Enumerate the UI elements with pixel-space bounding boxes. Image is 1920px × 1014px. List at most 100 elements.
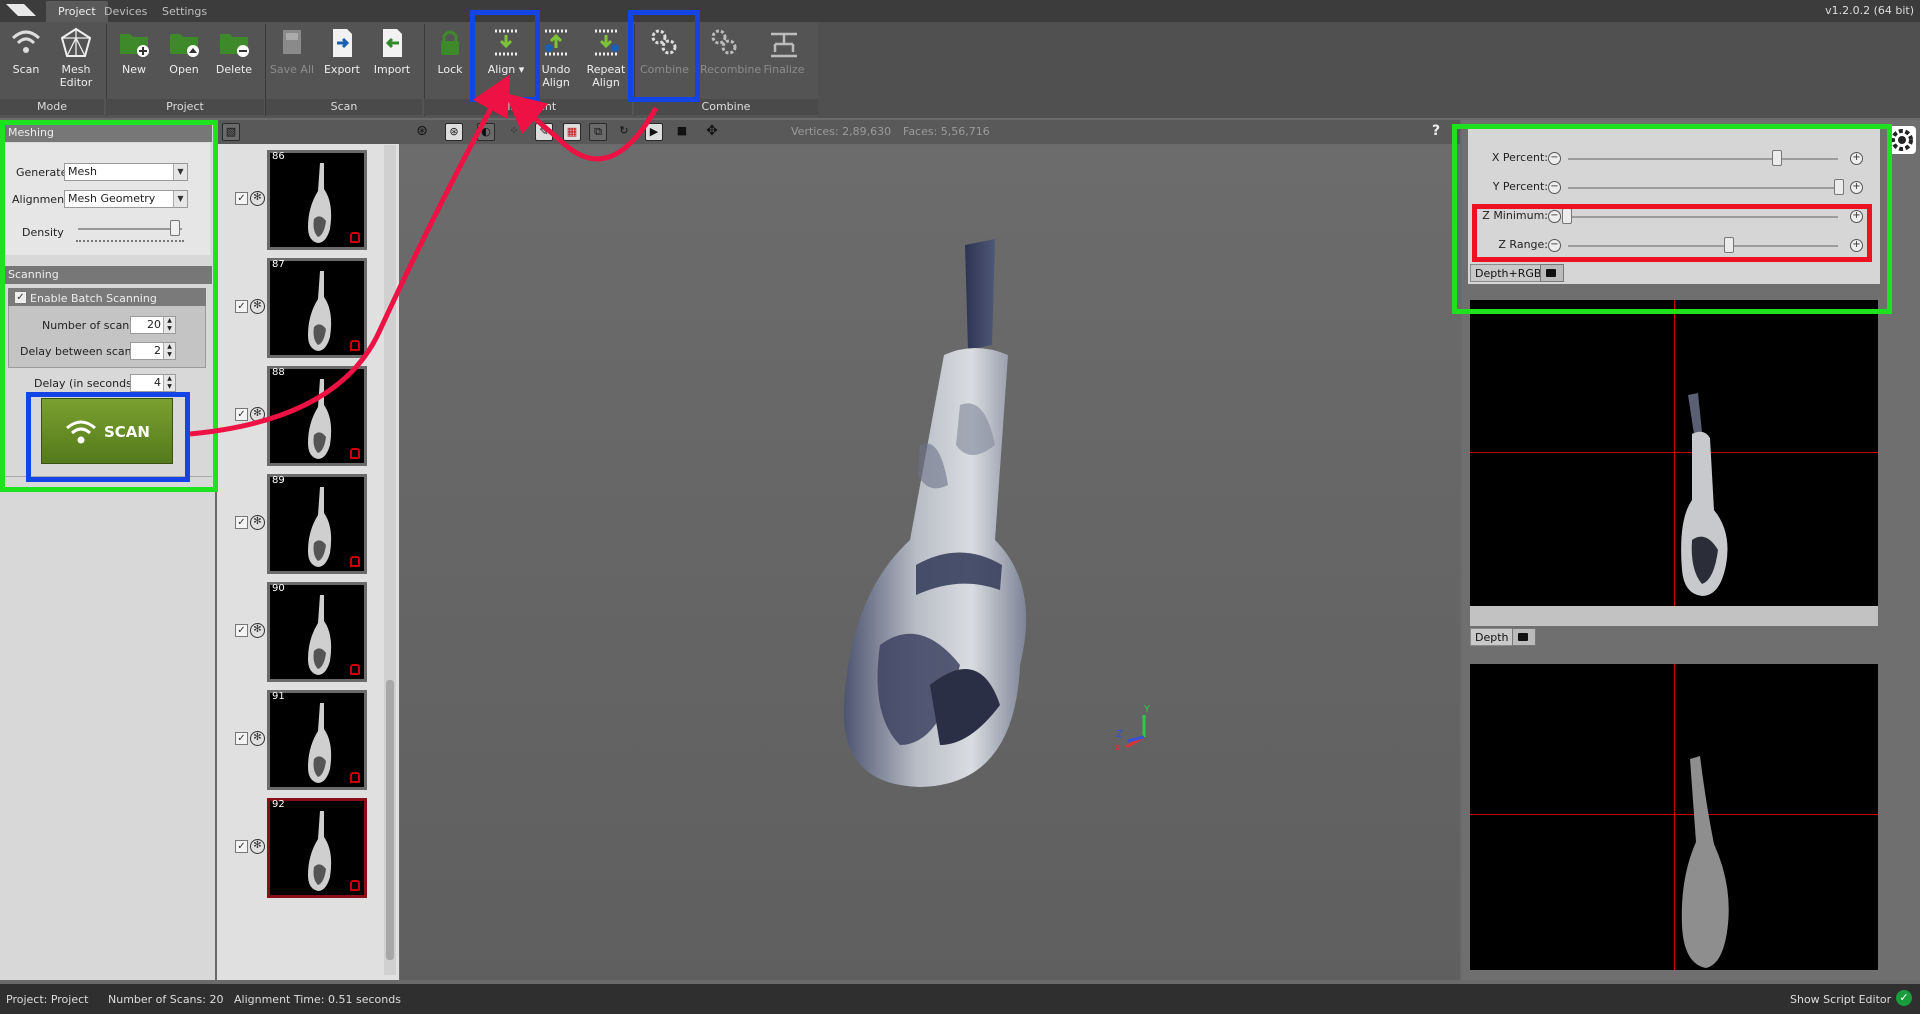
spin-arrows-icon[interactable]: ▲ ▼ (163, 375, 175, 391)
save-all-button[interactable]: Save All (268, 26, 316, 96)
x-percent-minus-icon[interactable]: − (1548, 152, 1561, 165)
z-minimum-slider-track[interactable] (1568, 216, 1838, 218)
scan-list-item[interactable]: ✓ ✻ 88 (217, 366, 387, 466)
y-percent-slider-track[interactable] (1568, 187, 1838, 189)
turntable-icon[interactable]: ✻ (250, 407, 265, 422)
y-percent-minus-icon[interactable]: − (1548, 181, 1561, 194)
scan-list-item[interactable]: ✓ ✻ 90 (217, 582, 387, 682)
z-range-plus-icon[interactable]: + (1850, 239, 1863, 252)
turntable-icon[interactable]: ✻ (250, 839, 265, 854)
delete-project-button[interactable]: Delete (210, 26, 258, 96)
view-box-icon[interactable]: ⧉ (589, 123, 607, 141)
video-camera-icon[interactable] (1512, 628, 1536, 646)
z-minimum-minus-icon[interactable]: − (1548, 210, 1561, 223)
open-project-button[interactable]: Open (160, 26, 208, 96)
z-range-minus-icon[interactable]: − (1548, 239, 1561, 252)
video-camera-icon[interactable] (1540, 264, 1564, 282)
scan-list-item[interactable]: ✓ ✻ 91 (217, 690, 387, 790)
view-rotate-icon[interactable]: ↻ (615, 123, 633, 141)
lock-icon[interactable] (350, 340, 360, 351)
turntable-icon[interactable]: ✻ (250, 623, 265, 638)
num-scans-input[interactable]: 20 ▲ ▼ (130, 316, 176, 334)
y-percent-plus-icon[interactable]: + (1850, 181, 1863, 194)
turntable-icon[interactable]: ✻ (250, 515, 265, 530)
density-slider-handle[interactable] (170, 220, 180, 236)
export-button[interactable]: Export (318, 26, 366, 96)
3d-viewport[interactable]: Y X Z (400, 145, 1460, 980)
turntable-icon[interactable]: ✻ (250, 731, 265, 746)
scan-visible-checkbox[interactable]: ✓ (235, 732, 248, 745)
delay-between-input[interactable]: 2 ▲ ▼ (130, 342, 176, 360)
z-range-slider-track[interactable] (1568, 245, 1838, 247)
spin-arrows-icon[interactable]: ▲ ▼ (163, 317, 175, 333)
scan-thumbnail[interactable]: 90 (267, 582, 367, 682)
scan-thumbnail[interactable]: 92 (267, 798, 367, 898)
x-percent-plus-icon[interactable]: + (1850, 152, 1863, 165)
new-project-button[interactable]: New (110, 26, 158, 96)
play-icon[interactable]: ▶ (645, 123, 663, 141)
scan-visible-checkbox[interactable]: ✓ (235, 408, 248, 421)
z-minimum-plus-icon[interactable]: + (1850, 210, 1863, 223)
stop-icon[interactable]: ■ (673, 123, 691, 141)
batch-scanning-checkbox[interactable]: ✓ (14, 291, 27, 304)
lock-icon[interactable] (350, 448, 360, 459)
lock-icon[interactable] (350, 556, 360, 567)
z-minimum-slider-handle[interactable] (1562, 208, 1572, 224)
spin-arrows-icon[interactable]: ▲ ▼ (163, 343, 175, 359)
finalize-button[interactable]: Finalize (760, 26, 808, 96)
generate-select[interactable]: Mesh ▼ (64, 163, 188, 181)
mesh-editor-button[interactable]: Mesh Editor (52, 26, 100, 96)
delay-seconds-input[interactable]: 4 ▲ ▼ (130, 374, 176, 392)
view-points-icon[interactable]: ⁘ (505, 123, 523, 141)
combine-button[interactable]: Combine (640, 26, 689, 96)
depth-rgb-tab[interactable]: Depth+RGB (1470, 264, 1547, 282)
tab-settings[interactable]: Settings (150, 1, 219, 22)
turntable-icon[interactable]: ✻ (250, 299, 265, 314)
lock-button[interactable]: Lock (426, 26, 474, 96)
scan-visible-checkbox[interactable]: ✓ (235, 516, 248, 529)
lock-icon[interactable] (350, 772, 360, 783)
scan-thumbnail[interactable]: 87 (267, 258, 367, 358)
gear-icon[interactable] (1888, 126, 1916, 154)
scan-visible-checkbox[interactable]: ✓ (235, 840, 248, 853)
view-turntable-icon[interactable]: ⊛ (413, 123, 431, 141)
scan-list-item[interactable]: ✓ ✻ 86 (217, 150, 387, 250)
undo-align-button[interactable]: Undo Align (532, 26, 580, 96)
show-script-editor-link[interactable]: Show Script Editor (1790, 993, 1891, 1006)
help-icon[interactable]: ? (1432, 123, 1440, 139)
lock-icon[interactable] (350, 880, 360, 891)
repeat-align-button[interactable]: Repeat Align (582, 26, 630, 96)
align-button[interactable]: Align ▾ (482, 26, 530, 96)
snapshot-icon[interactable]: ▧ (222, 123, 240, 141)
scan-visible-checkbox[interactable]: ✓ (235, 192, 248, 205)
scan-list-item[interactable]: ✓ ✻ 89 (217, 474, 387, 574)
view-texture-icon[interactable]: ⊛ (445, 123, 463, 141)
move-icon[interactable]: ✥ (703, 123, 721, 141)
scan-visible-checkbox[interactable]: ✓ (235, 624, 248, 637)
lock-icon[interactable] (350, 232, 360, 243)
x-percent-slider-track[interactable] (1568, 158, 1838, 160)
import-button[interactable]: Import (368, 26, 416, 96)
scan-thumbnail[interactable]: 89 (267, 474, 367, 574)
status-alignment-time[interactable]: Alignment Time: 0.51 seconds (234, 993, 401, 1006)
depth-tab[interactable]: Depth (1470, 628, 1514, 646)
recombine-button[interactable]: Recombine (700, 26, 761, 96)
scan-thumbnail[interactable]: 91 (267, 690, 367, 790)
scan-mode-button[interactable]: Scan (2, 26, 50, 96)
view-reset-icon[interactable]: ◐ (477, 123, 495, 141)
scan-list-item[interactable]: ✓ ✻ 87 (217, 258, 387, 358)
turntable-icon[interactable]: ✻ (250, 191, 265, 206)
density-slider-track[interactable] (78, 228, 182, 230)
x-percent-slider-handle[interactable] (1772, 150, 1782, 166)
lock-icon[interactable] (350, 664, 360, 675)
y-percent-slider-handle[interactable] (1834, 179, 1844, 195)
scan-visible-checkbox[interactable]: ✓ (235, 300, 248, 313)
view-grid-icon[interactable]: ▦ (563, 123, 581, 141)
view-brush-icon[interactable]: ✎ (535, 123, 553, 141)
alignment-select[interactable]: Mesh Geometry ▼ (64, 190, 188, 208)
z-range-slider-handle[interactable] (1724, 237, 1734, 253)
scan-list-item[interactable]: ✓ ✻ 92 (217, 798, 387, 898)
scrollbar-thumb[interactable] (386, 680, 394, 960)
scan-thumbnail[interactable]: 86 (267, 150, 367, 250)
scan-thumbnail[interactable]: 88 (267, 366, 367, 466)
